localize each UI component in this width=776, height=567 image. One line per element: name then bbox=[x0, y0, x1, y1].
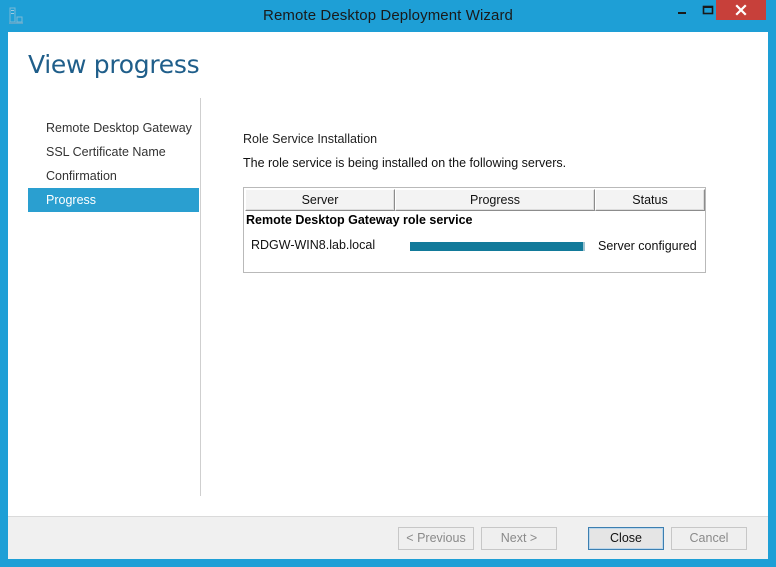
window-bottom-border bbox=[0, 559, 776, 567]
maximize-icon bbox=[702, 5, 714, 15]
cancel-button[interactable]: Cancel bbox=[671, 527, 747, 550]
window-title: Remote Desktop Deployment Wizard bbox=[263, 7, 513, 24]
page-title: View progress bbox=[28, 50, 200, 79]
title-bar[interactable]: Remote Desktop Deployment Wizard bbox=[0, 0, 776, 32]
wizard-content: View progress Remote Desktop Gateway SSL… bbox=[8, 32, 768, 516]
close-window-button[interactable] bbox=[716, 0, 766, 20]
minimize-icon bbox=[678, 12, 686, 14]
previous-button[interactable]: < Previous bbox=[398, 527, 474, 550]
column-header-status[interactable]: Status bbox=[595, 189, 705, 211]
nav-divider bbox=[200, 98, 201, 496]
status-cell: Server configured bbox=[598, 239, 697, 253]
grid-header: Server Progress Status bbox=[245, 189, 705, 211]
column-header-progress[interactable]: Progress bbox=[395, 189, 595, 211]
minimize-button[interactable] bbox=[669, 0, 695, 20]
progress-bar bbox=[410, 242, 585, 251]
section-description: The role service is being installed on t… bbox=[243, 156, 567, 170]
nav-item-ssl-certificate-name[interactable]: SSL Certificate Name bbox=[28, 140, 199, 164]
column-header-server[interactable]: Server bbox=[245, 189, 395, 211]
wizard-steps-nav: Remote Desktop Gateway SSL Certificate N… bbox=[28, 116, 199, 212]
server-name-cell: RDGW-WIN8.lab.local bbox=[251, 238, 376, 252]
table-row[interactable]: RDGW-WIN8.lab.local Server configured bbox=[244, 234, 705, 258]
nav-item-progress[interactable]: Progress bbox=[28, 188, 199, 212]
group-label: Remote Desktop Gateway role service bbox=[246, 213, 473, 227]
section-title: Role Service Installation bbox=[243, 132, 378, 146]
wizard-window: Remote Desktop Deployment Wizard View pr… bbox=[0, 0, 776, 567]
wizard-footer: < Previous Next > Close Cancel bbox=[8, 516, 768, 559]
nav-item-remote-desktop-gateway[interactable]: Remote Desktop Gateway bbox=[28, 116, 199, 140]
progress-bar-fill bbox=[410, 242, 583, 251]
nav-item-confirmation[interactable]: Confirmation bbox=[28, 164, 199, 188]
installation-progress-grid: Server Progress Status Remote Desktop Ga… bbox=[243, 187, 706, 273]
next-button[interactable]: Next > bbox=[481, 527, 557, 550]
close-button[interactable]: Close bbox=[588, 527, 664, 550]
close-icon bbox=[735, 4, 747, 16]
